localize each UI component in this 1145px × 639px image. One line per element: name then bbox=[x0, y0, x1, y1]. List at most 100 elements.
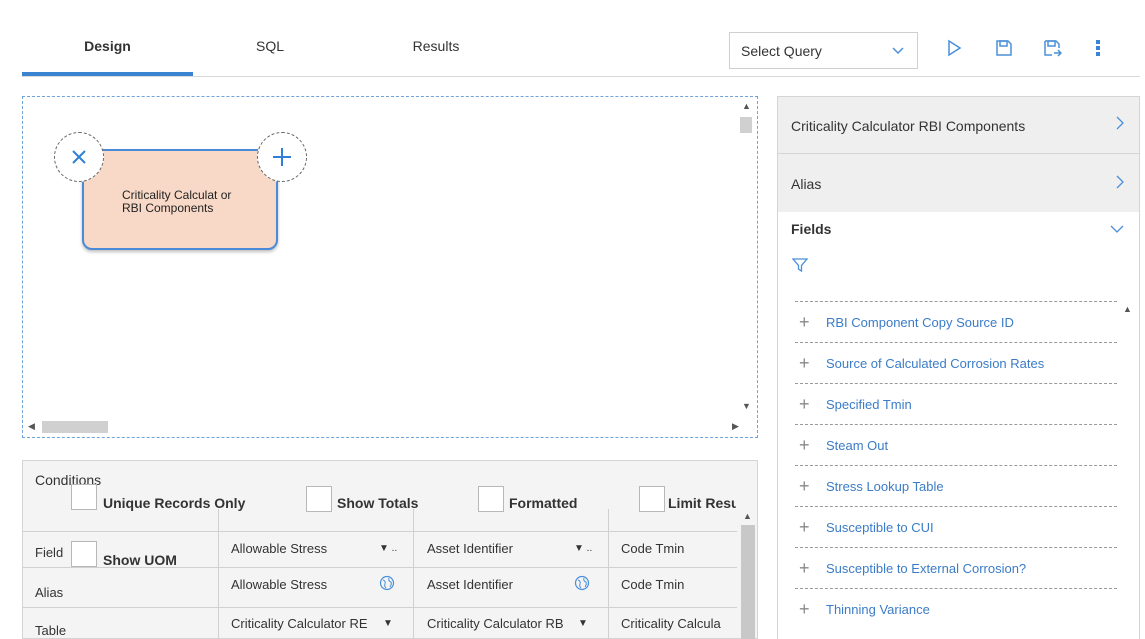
scroll-up-icon[interactable]: ▲ bbox=[1123, 304, 1132, 314]
list-item[interactable]: + RBI Component Copy Source ID bbox=[795, 301, 1117, 342]
unique-records-checkbox[interactable] bbox=[71, 484, 97, 510]
plus-icon: + bbox=[799, 475, 810, 496]
table-row-label: Table bbox=[35, 623, 67, 638]
field-label: RBI Component Copy Source ID bbox=[826, 314, 1014, 330]
show-totals-checkbox[interactable] bbox=[306, 486, 332, 512]
family-panel-row[interactable]: Criticality Calculator RBI Components bbox=[777, 96, 1140, 154]
tab-results[interactable]: Results bbox=[396, 38, 476, 54]
plus-icon: + bbox=[799, 598, 810, 619]
tab-sql[interactable]: SQL bbox=[242, 38, 298, 54]
show-uom-label: Show UOM bbox=[103, 552, 177, 568]
query-design-canvas[interactable] bbox=[22, 96, 758, 438]
field-select-3[interactable]: Code Tmin bbox=[621, 541, 684, 556]
scroll-up-icon[interactable]: ▲ bbox=[742, 101, 751, 111]
field-label: Steam Out bbox=[826, 437, 889, 453]
play-icon[interactable] bbox=[942, 36, 966, 60]
tab-bar: Design SQL Results bbox=[22, 0, 1140, 77]
family-name: Criticality Calculator RBI Components bbox=[791, 118, 1026, 134]
scroll-up-icon[interactable]: ▲ bbox=[743, 511, 752, 521]
list-item[interactable]: + Susceptible to External Corrosion? bbox=[795, 547, 1117, 588]
chevron-right-icon bbox=[1115, 174, 1125, 193]
field-label: Stress Lookup Table bbox=[826, 478, 944, 494]
field-row-label: Field bbox=[35, 545, 64, 560]
plus-icon bbox=[273, 148, 291, 166]
show-totals-label: Show Totals bbox=[337, 495, 419, 511]
canvas-horizontal-scrollbar[interactable]: ◀ ▶ bbox=[26, 418, 742, 434]
scroll-right-icon[interactable]: ▶ bbox=[732, 421, 739, 432]
show-uom-checkbox[interactable] bbox=[71, 541, 97, 567]
limit-results-label: Limit Results bbox=[668, 495, 736, 511]
dropdown-arrow-icon[interactable]: ▼ .. bbox=[574, 543, 592, 554]
grid-vertical-scrollbar[interactable]: ▲ bbox=[737, 509, 757, 639]
add-node-button[interactable] bbox=[257, 132, 307, 182]
scroll-thumb[interactable] bbox=[740, 117, 752, 133]
table-select-2[interactable]: Criticality Calculator RB bbox=[427, 616, 567, 631]
save-as-icon[interactable] bbox=[1040, 36, 1064, 60]
field-label: Susceptible to External Corrosion? bbox=[826, 560, 1027, 576]
dropdown-arrow-icon[interactable]: ▼ bbox=[578, 618, 588, 629]
tab-design[interactable]: Design bbox=[22, 38, 193, 54]
field-list-scrollbar[interactable]: ▲ bbox=[1119, 302, 1137, 639]
dropdown-arrow-icon[interactable]: ▼ .. bbox=[379, 543, 397, 554]
fields-title: Fields bbox=[791, 221, 832, 237]
field-label: Thinning Variance bbox=[826, 601, 930, 617]
remove-node-button[interactable] bbox=[54, 132, 104, 182]
globe-icon[interactable] bbox=[379, 575, 395, 594]
node-label: Criticality Calculat or RBI Components bbox=[122, 188, 232, 215]
field-label: Specified Tmin bbox=[826, 396, 912, 412]
unique-records-label: Unique Records Only bbox=[103, 495, 246, 511]
plus-icon: + bbox=[799, 516, 810, 537]
list-item[interactable]: + Source of Calculated Corrosion Rates bbox=[795, 342, 1117, 383]
alias-input-2[interactable]: Asset Identifier bbox=[427, 577, 513, 592]
row-divider bbox=[23, 607, 737, 608]
alias-panel-row[interactable]: Alias bbox=[777, 153, 1140, 213]
fields-panel: Fields + RBI Component Copy Source ID + So… bbox=[777, 212, 1140, 639]
scroll-down-icon[interactable]: ▼ bbox=[742, 401, 751, 411]
column-divider bbox=[413, 509, 414, 639]
list-item[interactable]: + Susceptible to CUI bbox=[795, 506, 1117, 547]
alias-row-label: Alias bbox=[35, 585, 64, 600]
globe-icon[interactable] bbox=[574, 575, 590, 594]
table-select-1[interactable]: Criticality Calculator RE bbox=[231, 616, 371, 631]
list-item[interactable]: + Specified Tmin bbox=[795, 383, 1117, 424]
field-label: Susceptible to CUI bbox=[826, 519, 934, 535]
field-select-2[interactable]: Asset Identifier bbox=[427, 541, 513, 556]
close-icon bbox=[72, 150, 86, 164]
list-item[interactable]: + Steam Out bbox=[795, 424, 1117, 465]
row-divider bbox=[23, 531, 737, 532]
plus-icon: + bbox=[799, 311, 810, 332]
select-query-dropdown[interactable]: Select Query bbox=[729, 32, 918, 69]
plus-icon: + bbox=[799, 557, 810, 578]
more-vertical-icon[interactable] bbox=[1086, 36, 1110, 60]
scroll-thumb[interactable] bbox=[741, 525, 755, 639]
dropdown-arrow-icon[interactable]: ▼ bbox=[383, 618, 393, 629]
plus-icon: + bbox=[799, 352, 810, 373]
table-select-3[interactable]: Criticality Calcula bbox=[621, 616, 737, 631]
alias-input-1[interactable]: Allowable Stress bbox=[231, 577, 327, 592]
chevron-right-icon bbox=[1115, 115, 1125, 134]
chevron-down-icon[interactable] bbox=[1109, 222, 1125, 237]
query-source-node[interactable]: Criticality Calculat or RBI Components bbox=[82, 149, 278, 250]
canvas-vertical-scrollbar[interactable]: ▲ ▼ bbox=[736, 99, 756, 422]
select-query-label: Select Query bbox=[741, 42, 822, 59]
scroll-left-icon[interactable]: ◀ bbox=[28, 421, 35, 432]
save-icon[interactable] bbox=[992, 36, 1016, 60]
list-item[interactable]: + Stress Lookup Table bbox=[795, 465, 1117, 506]
field-label: Source of Calculated Corrosion Rates bbox=[826, 355, 1045, 371]
column-divider bbox=[218, 509, 219, 639]
column-divider bbox=[608, 509, 609, 639]
alias-input-3[interactable]: Code Tmin bbox=[621, 577, 684, 592]
limit-results-checkbox[interactable] bbox=[639, 486, 665, 512]
alias-label: Alias bbox=[791, 176, 822, 192]
field-select-1[interactable]: Allowable Stress bbox=[231, 541, 327, 556]
filter-icon[interactable] bbox=[791, 256, 809, 277]
plus-icon: + bbox=[799, 393, 810, 414]
formatted-checkbox[interactable] bbox=[478, 486, 504, 512]
conditions-grid: Conditions Unique Records Only Show Tota… bbox=[22, 460, 758, 639]
plus-icon: + bbox=[799, 434, 810, 455]
active-tab-indicator bbox=[22, 72, 193, 76]
scroll-thumb[interactable] bbox=[42, 421, 108, 433]
chevron-down-icon bbox=[891, 43, 905, 60]
list-item[interactable]: + Thinning Variance bbox=[795, 588, 1117, 629]
formatted-label: Formatted bbox=[509, 495, 578, 511]
